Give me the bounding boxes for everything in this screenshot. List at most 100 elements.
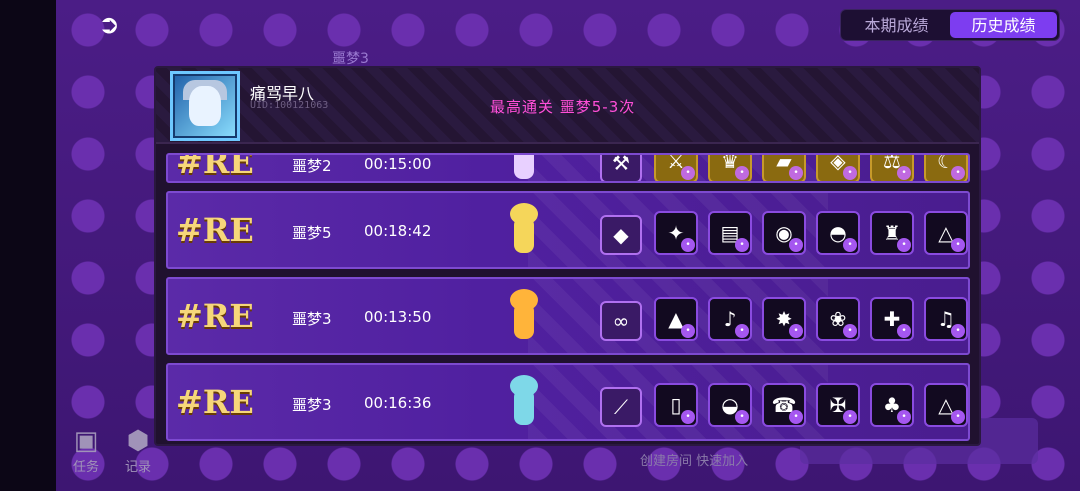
item-list: ▯ • ◒ • ☎ • ✠ • ♣ • △ •: [654, 383, 968, 427]
hero-sprite: [494, 155, 554, 181]
rarity-badge: •: [681, 238, 695, 252]
record-button[interactable]: ⬢ 记录: [120, 426, 156, 475]
difficulty: 噩梦2: [292, 157, 332, 175]
task-label: 任务: [72, 460, 99, 475]
background-title: 噩梦3: [332, 51, 369, 67]
axe-icon[interactable]: ⚒: [600, 155, 642, 181]
avatar-face: [189, 86, 221, 126]
rarity-badge: •: [681, 410, 695, 424]
tabs: 本期成绩 历史成绩: [840, 9, 1060, 41]
cannon-icon[interactable]: ◉ •: [762, 211, 806, 255]
rarity-badge: •: [843, 324, 857, 338]
boot-icon[interactable]: ▰ •: [762, 155, 806, 181]
scale-icon[interactable]: ⚖ •: [870, 155, 914, 181]
rarity-badge: •: [951, 324, 965, 338]
rank-label: #RE: [176, 153, 254, 181]
slime-icon[interactable]: ▲ •: [654, 297, 698, 341]
hero-body: [514, 217, 534, 253]
rarity-badge: •: [681, 324, 695, 338]
avatar: [170, 71, 240, 141]
crystal-icon[interactable]: ✦ •: [654, 211, 698, 255]
rarity-badge: •: [843, 238, 857, 252]
hammer-icon[interactable]: ⚔ •: [654, 155, 698, 181]
item-list: ⚔ • ♛ • ▰ • ◈ • ⚖ • ☾ •: [654, 155, 968, 181]
clear-time: 00:16:36: [364, 394, 432, 412]
card-icon[interactable]: ▯ •: [654, 383, 698, 427]
note-icon[interactable]: ♫ •: [924, 297, 968, 341]
tab-history[interactable]: 历史成绩: [950, 12, 1057, 38]
trophy-icon[interactable]: ♛ •: [708, 155, 752, 181]
crown-icon[interactable]: ♜ •: [870, 211, 914, 255]
shield-icon[interactable]: ◈ •: [816, 155, 860, 181]
player-uid: UID:100121063: [250, 100, 329, 111]
hat-icon[interactable]: ◒ •: [708, 383, 752, 427]
task-button[interactable]: ▣ 任务: [68, 426, 104, 475]
sword-icon[interactable]: ⟋: [600, 387, 642, 427]
best-clear: 最高通关 噩梦5-3次: [490, 98, 636, 116]
difficulty: 噩梦5: [292, 224, 332, 242]
rank-label: #RE: [176, 383, 254, 421]
item-list: ▲ • ♪ • ✸ • ❀ • ✚ • ♫ •: [654, 297, 968, 341]
cross-icon[interactable]: ✚ •: [870, 297, 914, 341]
clear-time: 00:13:50: [364, 308, 432, 326]
rarity-badge: •: [843, 410, 857, 424]
rank-label: #RE: [176, 297, 254, 335]
clover-icon[interactable]: ♣ •: [870, 383, 914, 427]
rarity-badge: •: [735, 166, 749, 180]
rarity-badge: •: [789, 410, 803, 424]
triangle-icon[interactable]: △ •: [924, 383, 968, 427]
clipboard-icon: ▣: [73, 426, 99, 456]
rarity-badge: •: [951, 166, 965, 180]
rarity-badge: •: [789, 166, 803, 180]
back-arrow-icon[interactable]: ➲: [92, 10, 126, 40]
rarity-badge: •: [735, 410, 749, 424]
rarity-badge: •: [951, 410, 965, 424]
rarity-badge: •: [843, 166, 857, 180]
history-panel: 痛骂早八 UID:100121063 最高通关 噩梦5-3次 #RE 噩梦2 0…: [154, 66, 981, 446]
chest-icon[interactable]: ▤ •: [708, 211, 752, 255]
rarity-badge: •: [735, 324, 749, 338]
blade-icon[interactable]: ☾ •: [924, 155, 968, 181]
glasses-icon[interactable]: ∞: [600, 301, 642, 341]
hero-sprite: [494, 371, 554, 437]
phone-icon[interactable]: ☎ •: [762, 383, 806, 427]
horn-icon[interactable]: ◆: [600, 215, 642, 255]
record-list[interactable]: #RE 噩梦2 00:15:00 ⚒ ⚔ • ♛ • ▰ • ◈ • ⚖ • ☾ • #RE 噩梦5 …: [166, 153, 972, 444]
record-row[interactable]: #RE 噩梦3 00:13:50 ∞ ▲ • ♪ • ✸ • ❀ • ✚ • ♫ •: [166, 277, 970, 355]
bowl-icon[interactable]: ◓ •: [816, 211, 860, 255]
player-header: 痛骂早八 UID:100121063 最高通关 噩梦5-3次: [156, 68, 979, 144]
record-label: 记录: [124, 460, 151, 475]
rarity-badge: •: [897, 410, 911, 424]
record-row[interactable]: #RE 噩梦5 00:18:42 ◆ ✦ • ▤ • ◉ • ◓ • ♜ • △ •: [166, 191, 970, 269]
record-row[interactable]: #RE 噩梦2 00:15:00 ⚒ ⚔ • ♛ • ▰ • ◈ • ⚖ • ☾ •: [166, 153, 970, 183]
lyre-icon[interactable]: ♪ •: [708, 297, 752, 341]
triangle-icon[interactable]: △ •: [924, 211, 968, 255]
rank-label: #RE: [176, 211, 254, 249]
hero-sprite: [494, 199, 554, 265]
clear-time: 00:15:00: [364, 155, 432, 173]
hero-body: [514, 303, 534, 339]
record-row[interactable]: #RE 噩梦3 00:16:36 ⟋ ▯ • ◒ • ☎ • ✠ • ♣ • △ •: [166, 363, 970, 441]
rune-icon[interactable]: ✠ •: [816, 383, 860, 427]
difficulty: 噩梦3: [292, 396, 332, 414]
rarity-badge: •: [789, 238, 803, 252]
item-list: ✦ • ▤ • ◉ • ◓ • ♜ • △ •: [654, 211, 968, 255]
flower-icon[interactable]: ❀ •: [816, 297, 860, 341]
left-edge: [0, 0, 56, 491]
hexagon-icon: ⬢: [126, 426, 150, 456]
tab-current[interactable]: 本期成绩: [843, 12, 950, 38]
difficulty: 噩梦3: [292, 310, 332, 328]
rarity-badge: •: [897, 238, 911, 252]
hero-sprite: [494, 285, 554, 351]
rarity-badge: •: [681, 166, 695, 180]
rarity-badge: •: [789, 324, 803, 338]
rarity-badge: •: [951, 238, 965, 252]
bomb-icon[interactable]: ✸ •: [762, 297, 806, 341]
clear-time: 00:18:42: [364, 222, 432, 240]
rarity-badge: •: [897, 166, 911, 180]
rarity-badge: •: [735, 238, 749, 252]
rarity-badge: •: [897, 324, 911, 338]
room-options-text: 创建房间 快速加入: [640, 454, 749, 469]
hero-body: [514, 155, 534, 179]
hero-body: [514, 389, 534, 425]
